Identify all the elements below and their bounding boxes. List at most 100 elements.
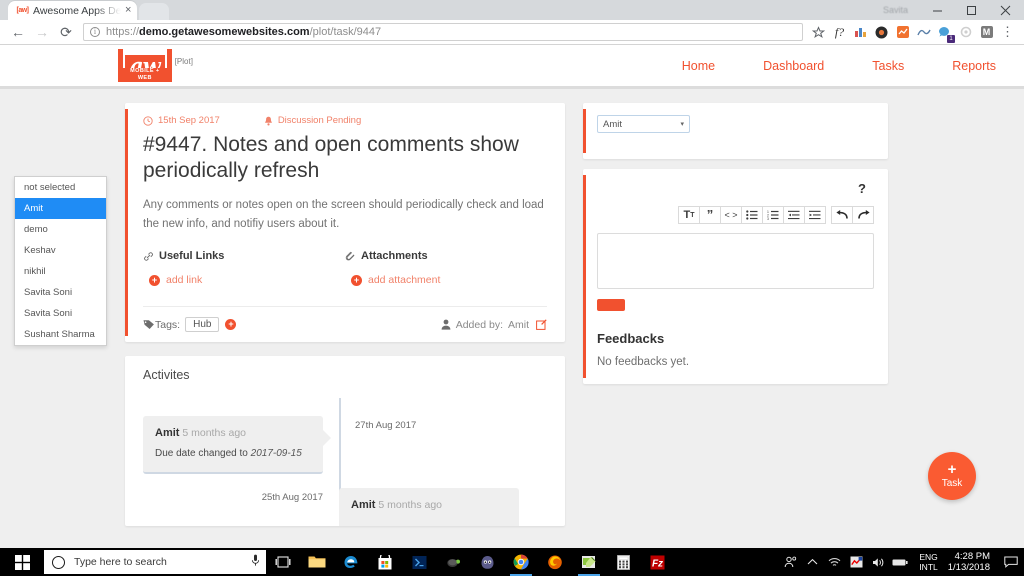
search-placeholder: Type here to search bbox=[74, 556, 167, 568]
volume-icon[interactable] bbox=[867, 548, 889, 576]
mail-extension-icon[interactable]: M bbox=[977, 23, 996, 42]
redo-icon[interactable] bbox=[852, 206, 874, 224]
wave-extension-icon[interactable] bbox=[914, 23, 933, 42]
timeline-entry: Amit 5 months ago Due date changed to 20… bbox=[143, 416, 547, 474]
tags-row: Tags: Hub + Added by: Amit bbox=[143, 307, 547, 332]
antivirus-icon[interactable] bbox=[845, 548, 867, 576]
assignee-dropdown[interactable]: not selected Amit demo Keshav nikhil Sav… bbox=[14, 176, 107, 346]
activity-header: Amit 5 months ago bbox=[155, 427, 311, 439]
calculator-icon[interactable] bbox=[606, 548, 640, 576]
minimize-icon[interactable] bbox=[920, 0, 954, 20]
battery-icon[interactable] bbox=[889, 548, 911, 576]
dropdown-option-nikhil[interactable]: nikhil bbox=[15, 261, 106, 282]
nav-item-dashboard[interactable]: Dashboard bbox=[763, 59, 824, 73]
card-accent-stripe bbox=[125, 109, 128, 336]
file-explorer-icon[interactable] bbox=[300, 548, 334, 576]
activities-timeline: Amit 5 months ago Due date changed to 20… bbox=[143, 398, 547, 526]
added-by-name: Amit bbox=[508, 318, 529, 331]
site-info-icon[interactable]: i bbox=[90, 27, 100, 37]
chart-extension-icon[interactable] bbox=[851, 23, 870, 42]
analytics-extension-icon[interactable] bbox=[893, 23, 912, 42]
show-hidden-icons-icon[interactable] bbox=[801, 548, 823, 576]
blockquote-icon[interactable]: ” bbox=[699, 206, 721, 224]
editor-group-format: TT ” < > 123 bbox=[678, 206, 826, 224]
microphone-icon[interactable] bbox=[251, 554, 260, 570]
messenger-extension-icon[interactable]: 1 bbox=[935, 23, 955, 43]
add-attachment-button[interactable]: + add attachment bbox=[345, 274, 547, 286]
windows-start-icon[interactable] bbox=[0, 548, 44, 576]
undo-icon[interactable] bbox=[831, 206, 853, 224]
code-icon[interactable]: < > bbox=[720, 206, 742, 224]
chevron-down-icon: ▾ bbox=[680, 121, 684, 128]
logo-subtitle: MOBILE + WEB bbox=[123, 68, 167, 82]
camera-extension-icon[interactable] bbox=[872, 23, 891, 42]
site-header: aw MOBILE + WEB [Plot] Home Dashboard Ta… bbox=[0, 45, 1024, 89]
close-icon[interactable]: × bbox=[125, 5, 131, 16]
font-size-icon[interactable]: TT bbox=[678, 206, 700, 224]
tag-chip[interactable]: Hub bbox=[185, 317, 220, 332]
task-status-label: Discussion Pending bbox=[277, 115, 362, 126]
editor-toolbar: TT ” < > 123 bbox=[597, 206, 874, 224]
activity-body-value: 2017-09-15 bbox=[250, 448, 302, 459]
close-icon[interactable] bbox=[988, 0, 1022, 20]
useful-links-section: Useful Links + add link bbox=[143, 250, 345, 286]
people-icon[interactable] bbox=[779, 548, 801, 576]
task-description: Any comments or notes open on the screen… bbox=[143, 199, 544, 230]
feedbacks-empty: No feedbacks yet. bbox=[597, 356, 690, 368]
post-comment-button[interactable] bbox=[597, 299, 625, 311]
powershell-icon[interactable] bbox=[402, 548, 436, 576]
add-tag-button[interactable]: + bbox=[225, 319, 237, 330]
site-logo[interactable]: aw MOBILE + WEB [Plot] bbox=[118, 49, 193, 82]
language-line-1: ENG bbox=[919, 552, 938, 562]
dropdown-option-demo[interactable]: demo bbox=[15, 219, 106, 240]
dropdown-option-amit[interactable]: Amit bbox=[15, 198, 106, 219]
comment-editor[interactable] bbox=[597, 233, 874, 289]
search-input[interactable]: Type here to search bbox=[44, 550, 266, 574]
browser-profile-name[interactable]: Savita bbox=[883, 5, 908, 15]
nav-item-reports[interactable]: Reports bbox=[952, 59, 996, 73]
clock[interactable]: 4:28 PM 1/13/2018 bbox=[946, 551, 998, 573]
edit-square-icon bbox=[536, 319, 547, 330]
dropdown-option-sushant-sharma[interactable]: Sushant Sharma bbox=[15, 324, 106, 345]
back-button[interactable]: ← bbox=[6, 20, 30, 44]
dropdown-option-keshav[interactable]: Keshav bbox=[15, 240, 106, 261]
nav-item-home[interactable]: Home bbox=[682, 59, 715, 73]
microsoft-store-icon[interactable] bbox=[368, 548, 402, 576]
dropdown-option-savita-soni-2[interactable]: Savita Soni bbox=[15, 303, 106, 324]
card-accent-stripe bbox=[583, 109, 586, 153]
chrome-menu-icon[interactable]: ⋮ bbox=[998, 23, 1017, 42]
dropdown-option-savita-soni[interactable]: Savita Soni bbox=[15, 282, 106, 303]
reload-button[interactable]: ⟳ bbox=[54, 20, 78, 44]
notepadpp-icon[interactable] bbox=[572, 548, 606, 576]
tortoise-icon[interactable] bbox=[436, 548, 470, 576]
numbered-list-icon[interactable]: 123 bbox=[762, 206, 784, 224]
edge-icon[interactable] bbox=[334, 548, 368, 576]
add-task-fab[interactable]: + Task bbox=[928, 452, 976, 500]
chrome-icon[interactable] bbox=[504, 548, 538, 576]
action-center-icon[interactable] bbox=[998, 556, 1024, 568]
filezilla-icon[interactable]: Fz bbox=[640, 548, 674, 576]
gear-extension-icon[interactable] bbox=[956, 23, 975, 42]
gimp-icon[interactable] bbox=[470, 548, 504, 576]
maximize-icon[interactable] bbox=[954, 0, 988, 20]
dropdown-option-not-selected[interactable]: not selected bbox=[15, 177, 106, 198]
bookmark-star-icon[interactable] bbox=[809, 23, 828, 42]
f-question-extension-icon[interactable]: f? bbox=[830, 23, 849, 42]
nav-item-tasks[interactable]: Tasks bbox=[872, 59, 904, 73]
taskbar-apps: Fz bbox=[266, 548, 674, 576]
network-icon[interactable] bbox=[823, 548, 845, 576]
assignee-select[interactable]: Amit ▾ bbox=[597, 115, 690, 133]
task-status[interactable]: Discussion Pending bbox=[264, 115, 361, 126]
task-view-icon[interactable] bbox=[266, 548, 300, 576]
feedbacks-heading: Feedbacks bbox=[597, 331, 665, 346]
language-indicator[interactable]: ENG INTL bbox=[911, 552, 945, 572]
bullet-list-icon[interactable] bbox=[741, 206, 763, 224]
outdent-icon[interactable] bbox=[783, 206, 805, 224]
forward-button[interactable]: → bbox=[30, 20, 54, 44]
add-link-button[interactable]: + add link bbox=[143, 274, 345, 286]
address-bar[interactable]: i https://demo.getawesomewebsites.com/pl… bbox=[83, 23, 803, 41]
firefox-icon[interactable] bbox=[538, 548, 572, 576]
new-tab-button[interactable] bbox=[139, 3, 170, 20]
indent-icon[interactable] bbox=[804, 206, 826, 224]
browser-tab[interactable]: [aw] Awesome Apps Demo - × bbox=[8, 1, 138, 20]
